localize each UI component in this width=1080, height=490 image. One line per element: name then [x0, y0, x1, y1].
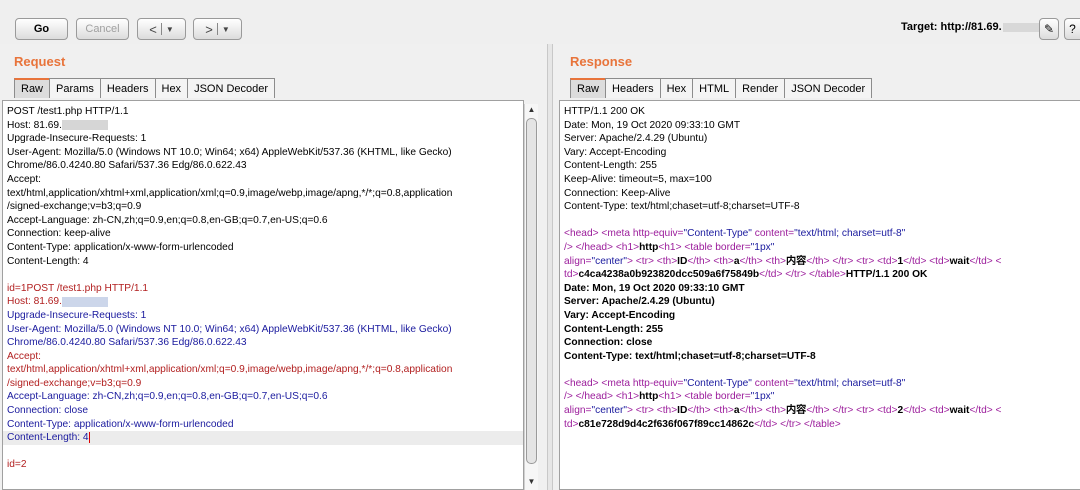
response-line: <head> <meta http-equiv="Content-Type" c… — [564, 377, 906, 389]
tab-raw[interactable]: Raw — [570, 78, 607, 98]
request-line: Host: 81.69. — [3, 295, 523, 309]
dropdown-arrow-icon: ▼ — [165, 24, 174, 34]
response-line: <head> <meta http-equiv="Content-Type" c… — [564, 228, 906, 240]
request-line: text/html,application/xhtml+xml,applicat… — [7, 187, 453, 199]
tab-headers[interactable]: Headers — [605, 78, 661, 98]
response-line: Content-Length: 255 — [564, 323, 664, 335]
request-line: text/html,application/xhtml+xml,applicat… — [7, 364, 453, 376]
tab-hex[interactable]: Hex — [154, 78, 189, 98]
response-line: align="center"> <tr> <th>ID</th> <th>a</… — [564, 405, 1002, 417]
request-tabs: Raw Params Headers Hex JSON Decoder — [14, 78, 276, 100]
go-button[interactable]: Go — [15, 18, 68, 40]
response-line: Content-Length: 255 — [564, 160, 657, 172]
request-line: Connection: close — [7, 405, 88, 417]
tab-hex[interactable]: Hex — [659, 78, 694, 98]
request-line: Upgrade-Insecure-Requests: 1 — [7, 309, 147, 321]
request-line: /signed-exchange;v=b3;q=0.9 — [7, 377, 142, 389]
tab-raw[interactable]: Raw — [14, 78, 51, 98]
tab-json-decoder[interactable]: JSON Decoder — [784, 78, 873, 98]
request-line — [3, 268, 523, 282]
response-line — [560, 363, 1080, 377]
response-line: Connection: close — [564, 337, 653, 349]
request-line: Connection: keep-alive — [7, 228, 111, 240]
request-line: id=1POST /test1.php HTTP/1.1 — [7, 282, 149, 294]
dropdown-arrow-icon: ▼ — [221, 24, 230, 34]
pencil-icon: ✎ — [1043, 22, 1055, 36]
response-line — [560, 214, 1080, 228]
request-line: Content-Length: 4 — [7, 255, 89, 267]
request-line: User-Agent: Mozilla/5.0 (Windows NT 10.0… — [7, 146, 452, 158]
response-tabs: Raw Headers Hex HTML Render JSON Decoder — [570, 78, 873, 100]
response-line: Keep-Alive: timeout=5, max=100 — [564, 173, 712, 185]
help-button[interactable]: ? — [1064, 18, 1080, 40]
request-line: Host: 81.69. — [3, 119, 523, 133]
panel-splitter[interactable] — [547, 44, 553, 490]
tab-json-decoder[interactable]: JSON Decoder — [187, 78, 276, 98]
forward-arrow-icon: > — [205, 21, 213, 37]
request-line: Content-Type: application/x-www-form-url… — [7, 418, 234, 430]
response-line: Connection: Keep-Alive — [564, 187, 671, 199]
request-title: Request — [14, 54, 66, 69]
response-line: Server: Apache/2.4.29 (Ubuntu) — [564, 133, 708, 145]
tab-headers[interactable]: Headers — [99, 78, 156, 98]
scroll-thumb[interactable] — [526, 118, 537, 464]
request-line: /signed-exchange;v=b3;q=0.9 — [7, 201, 142, 213]
response-editor[interactable]: HTTP/1.1 200 OK Date: Mon, 19 Oct 2020 0… — [559, 100, 1080, 490]
request-line: POST /test1.php HTTP/1.1 — [7, 106, 129, 117]
back-arrow-icon: < — [149, 21, 157, 37]
help-icon: ? — [1069, 22, 1076, 36]
response-line: Date: Mon, 19 Oct 2020 09:33:10 GMT — [564, 282, 745, 294]
request-line — [3, 445, 523, 459]
edit-target-button[interactable]: ✎ — [1039, 18, 1059, 40]
response-line: /> </head> <h1>http<h1> <table border="1… — [564, 391, 775, 403]
request-line: Chrome/86.0.4240.80 Safari/537.36 Edg/86… — [7, 160, 247, 172]
request-scrollbar[interactable]: ▲ ▼ — [524, 104, 538, 490]
target-label: Target: http://81.69. — [901, 21, 1041, 33]
response-line: Date: Mon, 19 Oct 2020 09:33:10 GMT — [564, 119, 741, 131]
tab-render[interactable]: Render — [735, 78, 786, 98]
scroll-down-icon[interactable]: ▼ — [525, 476, 538, 488]
back-button[interactable]: < ▼ — [137, 18, 186, 40]
response-line: align="center"> <tr> <th>ID</th> <th>a</… — [564, 255, 1002, 267]
request-line: Content-Type: application/x-www-form-url… — [7, 241, 234, 253]
response-line: Vary: Accept-Encoding — [564, 309, 676, 321]
response-line: Server: Apache/2.4.29 (Ubuntu) — [564, 296, 715, 308]
request-line: id=2 — [7, 459, 27, 471]
response-line: Content-Type: text/html;chaset=utf-8;cha… — [564, 350, 816, 362]
request-editor[interactable]: POST /test1.php HTTP/1.1 Host: 81.69. Up… — [2, 100, 524, 490]
text-cursor — [88, 432, 90, 444]
request-line: Chrome/86.0.4240.80 Safari/537.36 Edg/86… — [7, 337, 247, 349]
response-line: /> </head> <h1>http<h1> <table border="1… — [564, 241, 775, 253]
toolbar: Go Cancel < ▼ > ▼ Target: http://81.69. ✎ … — [0, 0, 1080, 44]
response-line: Content-Type: text/html;chaset=utf-8;cha… — [564, 201, 800, 213]
tab-html[interactable]: HTML — [692, 78, 737, 98]
response-line: td>c4ca4238a0b923820dcc509a6f75849b</td>… — [564, 269, 928, 281]
response-title: Response — [570, 54, 633, 69]
response-line: Vary: Accept-Encoding — [564, 146, 667, 158]
request-line: Accept: — [7, 350, 41, 362]
request-line: Accept: — [7, 173, 41, 185]
request-line: Content-Length: 4 — [3, 431, 523, 445]
response-line: td>c81e728d9d4c2f636f067f89cc14862c</td>… — [564, 418, 841, 430]
request-line: Accept-Language: zh-CN,zh;q=0.9,en;q=0.8… — [7, 214, 328, 226]
request-line: User-Agent: Mozilla/5.0 (Windows NT 10.0… — [7, 323, 452, 335]
forward-button[interactable]: > ▼ — [193, 18, 242, 40]
scroll-up-icon[interactable]: ▲ — [525, 104, 538, 116]
cancel-button[interactable]: Cancel — [76, 18, 129, 40]
request-line: Accept-Language: zh-CN,zh;q=0.9,en;q=0.8… — [7, 391, 328, 403]
response-line: HTTP/1.1 200 OK — [564, 106, 645, 117]
tab-params[interactable]: Params — [49, 78, 101, 98]
request-line: Upgrade-Insecure-Requests: 1 — [7, 133, 147, 145]
